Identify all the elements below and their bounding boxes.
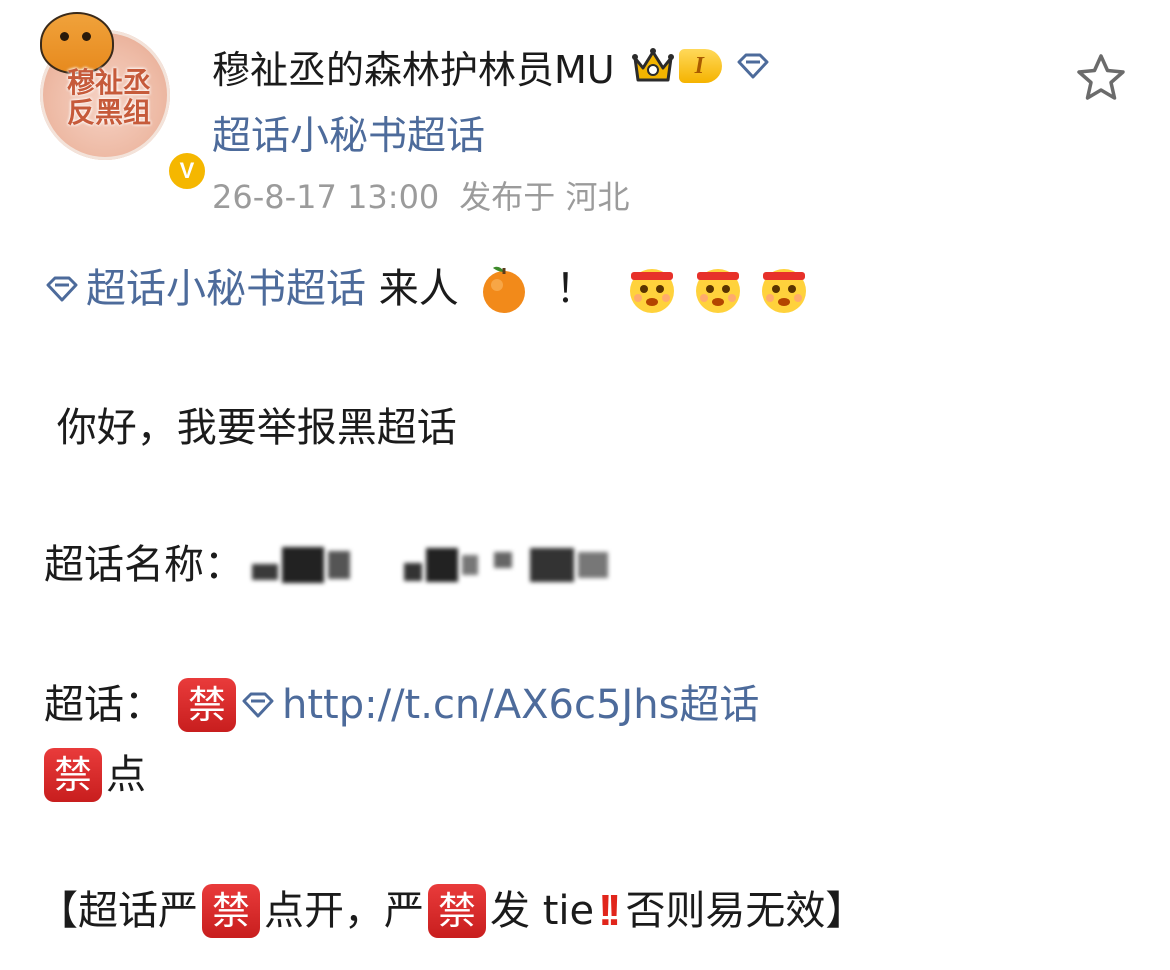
post-line-3: 超话名称： <box>44 539 612 591</box>
body-text: 你好，我要举报黑超话 <box>44 405 457 451</box>
post-location: 发布于 河北 <box>459 178 630 216</box>
avatar-caption: 穆祉丞 反黑组 <box>66 66 151 129</box>
body-text: 【超话严 <box>38 888 198 934</box>
post-line-4: 超话： 禁 http://t.cn/AX6c5Jhs超话 <box>44 678 759 732</box>
ban-emoji: 禁 <box>44 748 102 802</box>
username[interactable]: 穆祉丞的森林护林员MU <box>212 39 615 94</box>
supertopic-name-label: 超话名称： <box>44 542 244 588</box>
username-row: 穆祉丞的森林护林员MU I <box>212 40 770 92</box>
body-text: 来人 <box>366 266 472 312</box>
tiger-mascot-icon <box>40 12 114 74</box>
user-avatar[interactable]: 穆祉丞 反黑组 V <box>40 12 208 192</box>
body-text: 点 <box>106 752 146 798</box>
cheer-face-emoji <box>630 269 675 313</box>
supertopic-diamond-icon <box>242 692 274 718</box>
supertopic-diamond-icon <box>46 276 78 302</box>
ban-emoji: 禁 <box>202 884 260 938</box>
favorite-star-icon[interactable] <box>1074 52 1128 104</box>
supertopic-link[interactable]: 超话小秘书超话 <box>86 263 366 315</box>
body-text: ！ <box>555 266 596 312</box>
post-meta: 26-8-17 13:00 发布于 河北 <box>212 172 629 218</box>
post-timestamp: 26-8-17 13:00 <box>212 178 440 216</box>
cheer-face-emoji <box>696 269 741 313</box>
cheer-face-emoji <box>762 269 807 313</box>
supertopic-short-link[interactable]: http://t.cn/AX6c5Jhs超话 <box>282 679 759 731</box>
post-line-5: 禁 点 <box>44 748 146 802</box>
ban-emoji: 禁 <box>428 884 486 938</box>
supertopic-source-link[interactable]: 超话小秘书超话 <box>212 105 485 161</box>
supertopic-diamond-icon <box>737 53 769 79</box>
post-line-6: 【超话严 禁 点开，严 禁 发 tie !! 否则易无效】 <box>38 884 865 938</box>
level-badge: I <box>678 49 722 83</box>
ban-emoji: 禁 <box>178 678 236 732</box>
double-exclamation-emoji: !! <box>598 886 621 935</box>
supertopic-label: 超话： <box>44 682 164 728</box>
body-text: 点开，严 <box>264 888 424 934</box>
tangerine-emoji <box>483 266 526 313</box>
body-text: 发 tie <box>490 888 595 934</box>
redacted-supertopic-name <box>252 543 612 587</box>
post-line-1: 超话小秘书超话 来人 ！ <box>44 262 817 316</box>
crown-icon <box>631 48 674 82</box>
verified-badge-icon: V <box>166 150 208 192</box>
body-text: 否则易无效】 <box>625 888 866 934</box>
post-line-2: 你好，我要举报黑超话 <box>44 402 457 454</box>
